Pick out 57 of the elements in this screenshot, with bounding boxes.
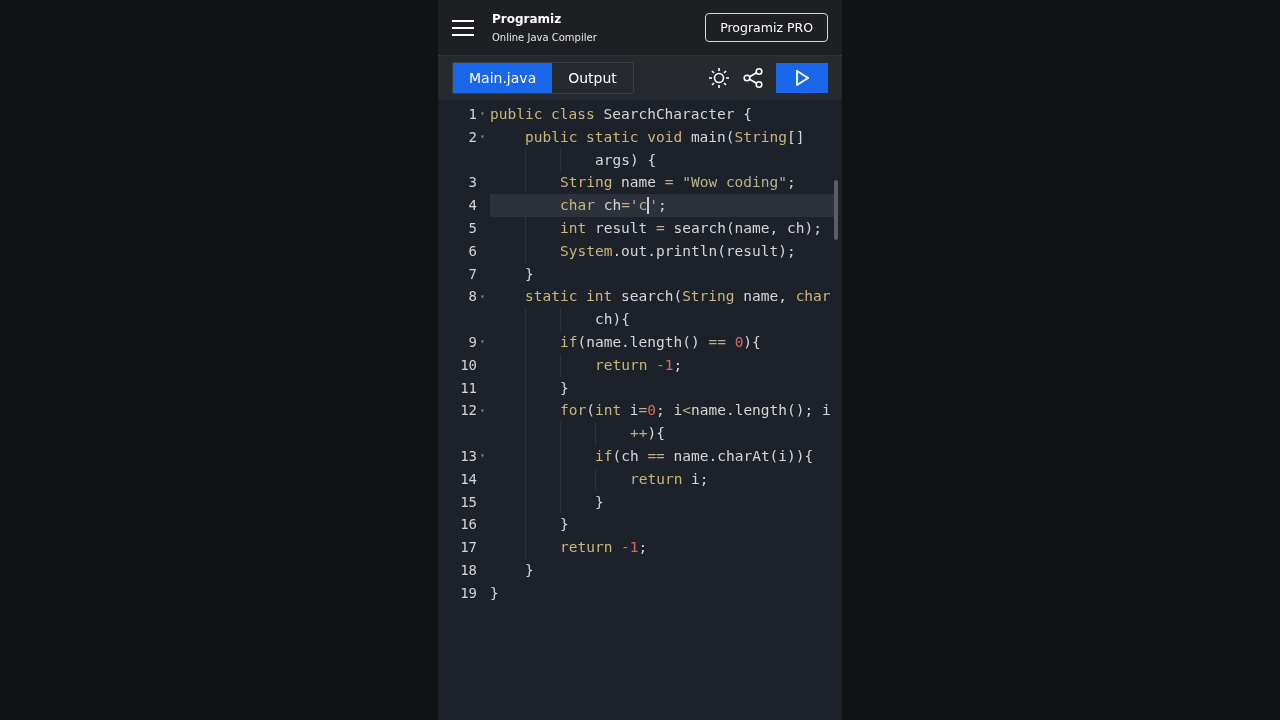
code-line: return -1; (490, 536, 834, 559)
code-line: ch){ (490, 308, 834, 331)
fold-marker[interactable]: ▾ (480, 132, 485, 143)
subtitle: Online Java Compiler (492, 32, 598, 43)
text-cursor (647, 197, 650, 215)
line-number: 2 (468, 127, 477, 147)
line-number: 10 (460, 355, 477, 375)
line-number: 18 (460, 560, 477, 580)
line-number: 7 (468, 264, 477, 284)
line-number: 6 (468, 241, 477, 261)
line-number: 1 (468, 105, 477, 124)
code-line: args) { (490, 148, 834, 172)
fold-marker[interactable]: ▾ (480, 291, 485, 302)
fold-marker[interactable]: ▾ (480, 109, 485, 120)
code-line: if(name.length() == 0){ (490, 330, 834, 354)
code-line: } (524, 560, 535, 580)
fold-marker[interactable]: ▾ (480, 451, 485, 462)
play-icon (795, 70, 809, 86)
line-number: 11 (460, 378, 477, 398)
code-line: int result = search(name, ch); (490, 217, 834, 240)
line-number: 3 (468, 173, 477, 193)
code-line: ++){ (490, 422, 834, 445)
code-line: static int search(String name, char (524, 287, 832, 307)
code-line: } (524, 264, 535, 284)
line-number: 13 (460, 446, 477, 466)
code-line: for(int i=0; i<name.length(); i (490, 399, 834, 423)
code-line: } (490, 490, 834, 514)
code-line: public static void main(String[] (524, 127, 806, 147)
sun-icon[interactable] (708, 67, 730, 89)
line-number: 19 (460, 583, 477, 603)
code-line: System.out.println(result); (490, 239, 834, 263)
code-line: if(ch == name.charAt(i)){ (490, 444, 834, 468)
code-line: } (490, 513, 834, 537)
line-number: 4 (468, 196, 477, 216)
code-line: return i; (490, 467, 834, 491)
line-number: 5 (468, 219, 477, 238)
fold-marker[interactable]: ▾ (480, 337, 485, 348)
line-number: 9 (468, 332, 477, 352)
pro-button[interactable]: Programiz PRO (705, 13, 828, 42)
file-tab[interactable]: Output (552, 63, 633, 93)
line-number: 8 (468, 287, 477, 307)
line-number: 17 (460, 538, 477, 558)
run-button[interactable] (776, 63, 828, 93)
menu-icon[interactable] (452, 19, 474, 36)
code-line: return -1; (490, 353, 834, 377)
line-number: 15 (460, 492, 477, 512)
share-icon[interactable] (742, 67, 764, 89)
code-line: public class SearchCharacter { (490, 105, 753, 124)
fold-marker[interactable]: ▾ (480, 405, 485, 416)
file-tab[interactable]: Main.java (453, 63, 553, 93)
line-number: 12 (460, 401, 477, 421)
line-number: 16 (460, 515, 477, 535)
scrollbar[interactable] (834, 180, 838, 240)
line-number: 14 (460, 469, 477, 489)
code-line: } (490, 376, 834, 400)
code-line: } (490, 583, 500, 603)
logo[interactable]: Programiz (492, 12, 688, 26)
